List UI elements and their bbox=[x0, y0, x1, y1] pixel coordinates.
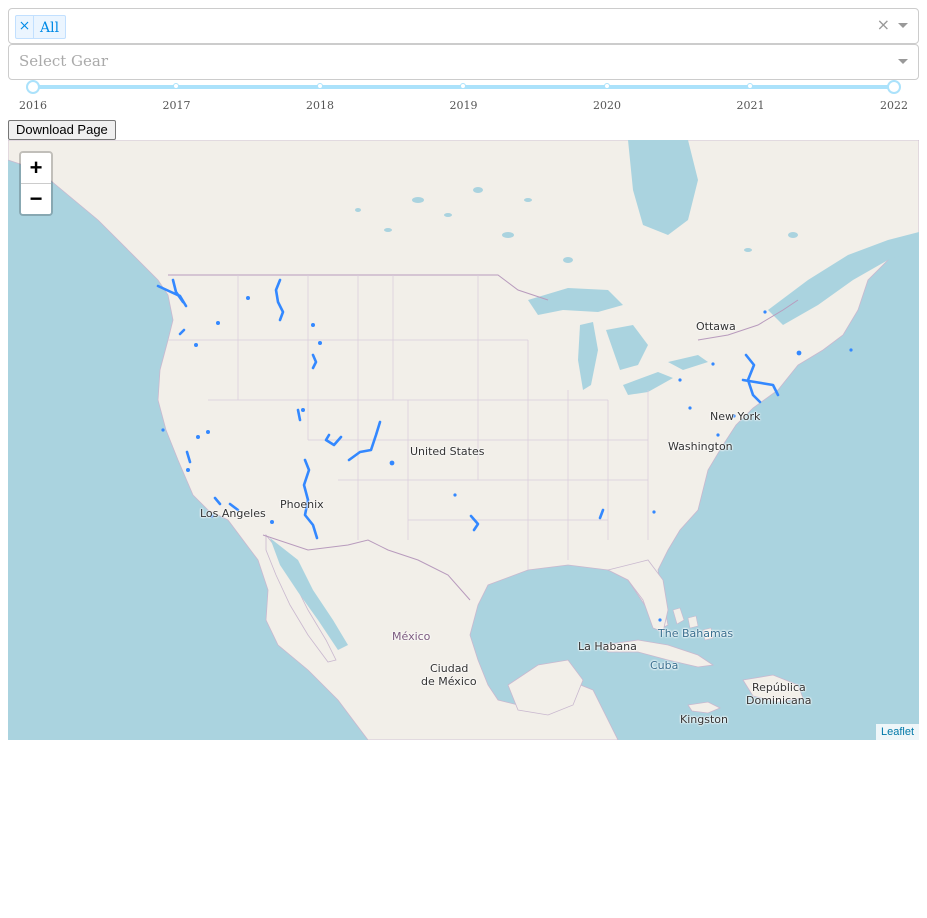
activity-type-select[interactable]: × All × bbox=[8, 8, 919, 44]
label-washington: Washington bbox=[668, 440, 733, 453]
label-cuba: Cuba bbox=[650, 659, 679, 672]
label-united-states: United States bbox=[410, 445, 485, 458]
label-la-habana: La Habana bbox=[578, 640, 637, 653]
slider-mark[interactable]: 2017 bbox=[163, 99, 191, 112]
year-range-slider[interactable]: 2016 2017 2018 2019 2020 2021 2022 bbox=[8, 80, 919, 120]
label-the-bahamas: The Bahamas bbox=[658, 627, 734, 640]
activity-track bbox=[213, 496, 222, 506]
download-page-button[interactable]: Download Page bbox=[8, 120, 116, 140]
leaflet-attribution-link[interactable]: Leaflet bbox=[875, 724, 919, 740]
activity-track bbox=[347, 420, 382, 462]
slider-step-dot bbox=[603, 83, 610, 89]
gear-select[interactable]: Select Gear bbox=[8, 44, 919, 80]
label-de-mexico: de México bbox=[421, 675, 477, 688]
slider-step-dot bbox=[747, 83, 753, 89]
zoom-out-button[interactable]: − bbox=[21, 184, 51, 214]
label-ottawa: Ottawa bbox=[696, 320, 736, 333]
slider-mark[interactable]: 2022 bbox=[880, 99, 908, 112]
activity-map[interactable]: Ottawa New York Washington United States… bbox=[8, 140, 919, 740]
slider-step-dot bbox=[316, 83, 323, 89]
label-kingston: Kingston bbox=[680, 713, 728, 726]
slider-step-dot bbox=[173, 83, 179, 89]
selected-tag-all: × All bbox=[15, 15, 67, 39]
gear-select-placeholder: Select Gear bbox=[19, 52, 108, 70]
activity-tracks bbox=[156, 278, 853, 622]
slider-mark[interactable]: 2018 bbox=[306, 99, 334, 112]
slider-handle-end[interactable] bbox=[887, 80, 901, 94]
clear-selection-icon[interactable]: × bbox=[877, 15, 890, 35]
zoom-in-button[interactable]: + bbox=[21, 153, 51, 184]
slider-mark[interactable]: 2016 bbox=[19, 99, 47, 112]
slider-mark[interactable]: 2021 bbox=[737, 99, 765, 112]
dropdown-arrow-icon[interactable] bbox=[898, 23, 908, 28]
slider-step-dot bbox=[460, 83, 466, 89]
label-ciudad: Ciudad bbox=[430, 662, 469, 675]
activity-track bbox=[296, 408, 302, 422]
slider-mark[interactable]: 2020 bbox=[593, 99, 621, 112]
activity-track bbox=[598, 508, 605, 520]
activity-points bbox=[161, 296, 853, 622]
activity-track bbox=[469, 514, 480, 532]
activity-track bbox=[744, 353, 762, 404]
dropdown-arrow-icon[interactable] bbox=[898, 59, 908, 64]
activity-track bbox=[171, 278, 185, 304]
label-los-angeles: Los Angeles bbox=[200, 507, 266, 520]
label-new-york: New York bbox=[710, 410, 761, 423]
label-phoenix: Phoenix bbox=[280, 498, 324, 511]
label-republica: República bbox=[752, 681, 806, 694]
activity-track bbox=[311, 353, 318, 370]
activity-track bbox=[324, 433, 343, 447]
activity-track bbox=[185, 450, 192, 464]
remove-tag-icon[interactable]: × bbox=[16, 16, 34, 38]
slider-handle-start[interactable] bbox=[26, 80, 40, 94]
zoom-control: + − bbox=[19, 151, 53, 216]
slider-mark[interactable]: 2019 bbox=[450, 99, 478, 112]
tag-label: All bbox=[40, 20, 60, 36]
activity-track bbox=[156, 284, 188, 308]
activity-track bbox=[274, 278, 285, 322]
label-dominicana: Dominicana bbox=[746, 694, 812, 707]
activity-track bbox=[178, 328, 186, 336]
label-mexico: México bbox=[392, 630, 431, 643]
